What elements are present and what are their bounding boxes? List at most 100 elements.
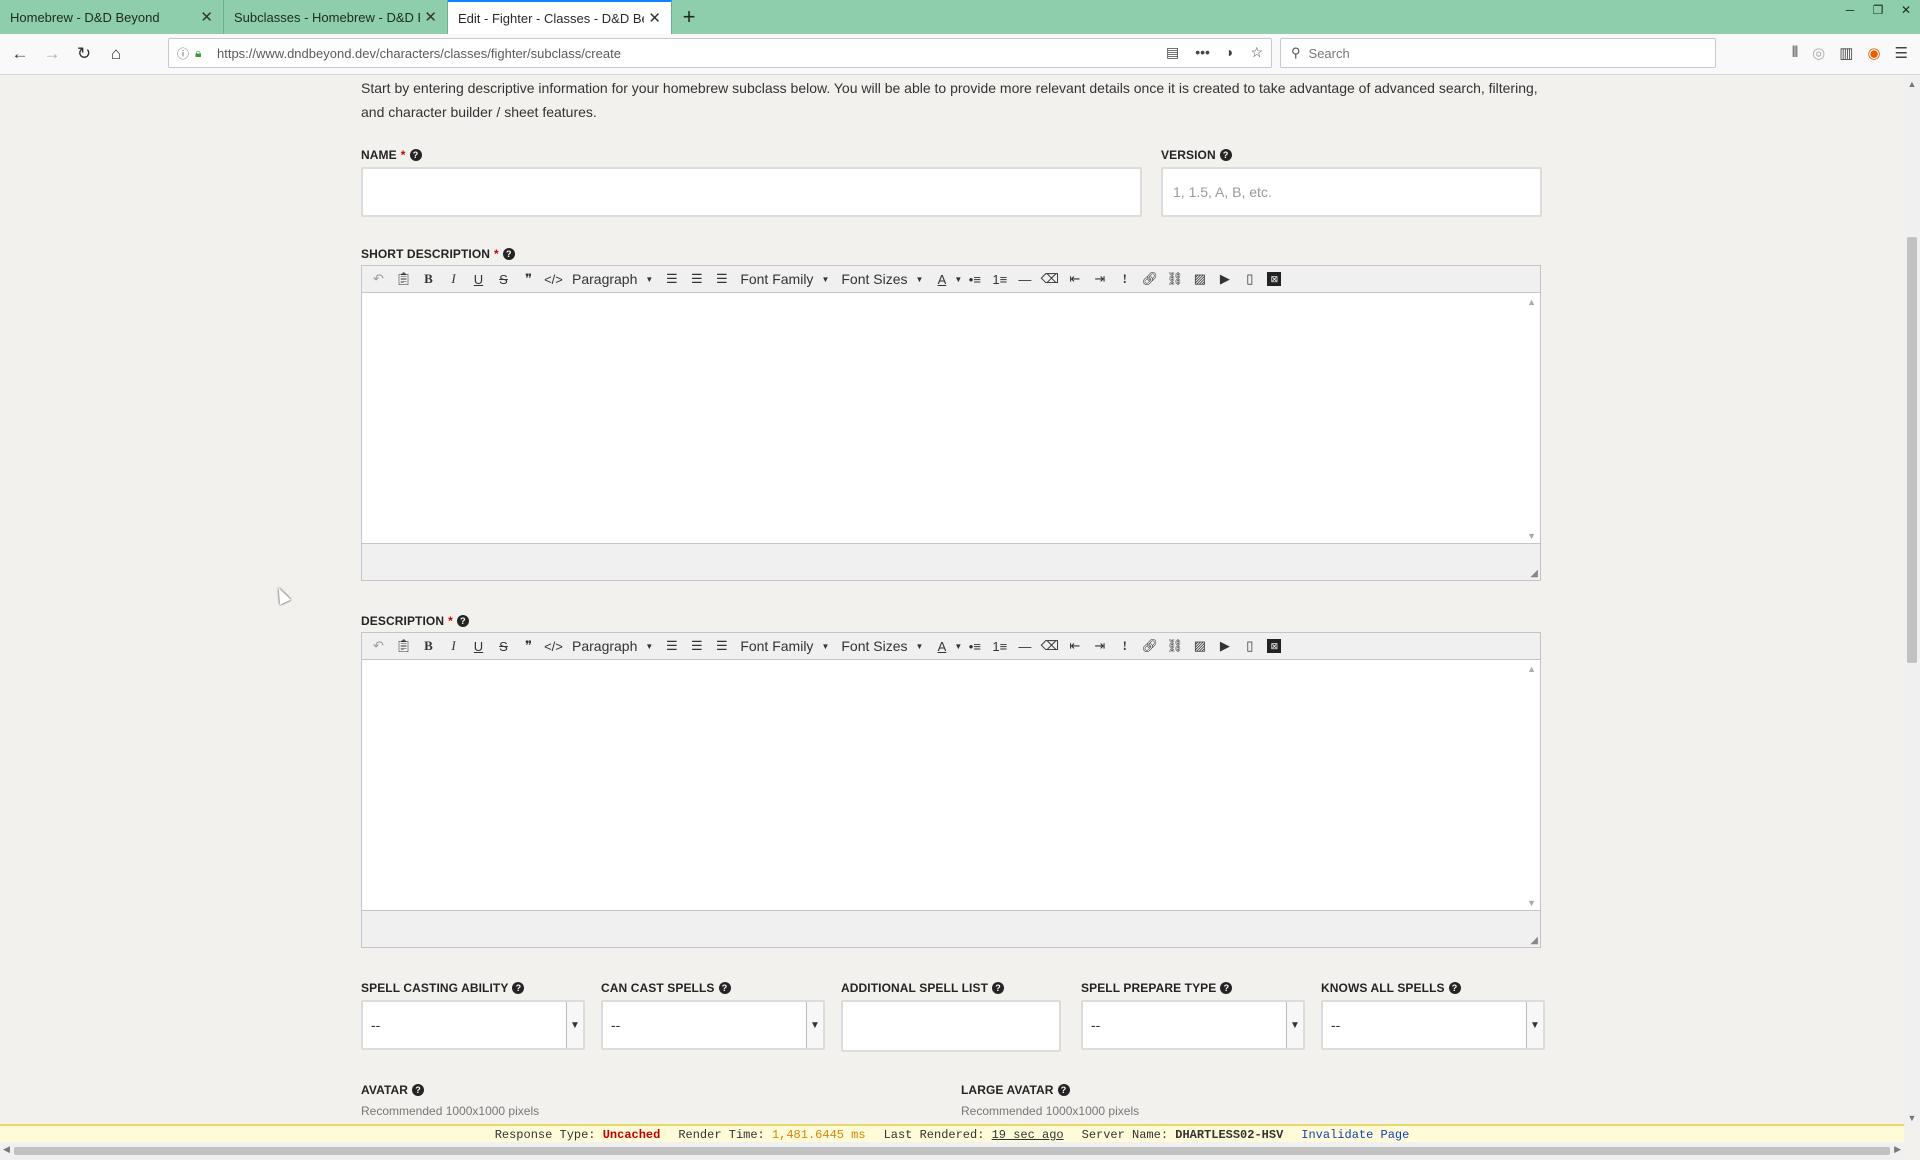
scroll-down-icon[interactable]: ▼ (1527, 531, 1536, 541)
align-right-icon[interactable]: ☰ (709, 268, 734, 290)
align-center-icon[interactable]: ☰ (684, 635, 709, 657)
help-icon[interactable]: ? (1448, 982, 1461, 994)
unlink-icon[interactable]: ⛓ (1162, 268, 1187, 290)
new-tab-button[interactable]: + (672, 0, 706, 34)
help-icon[interactable]: ? (502, 248, 515, 260)
align-right-icon[interactable]: ☰ (709, 635, 734, 657)
font-sizes-dropdown[interactable]: Font Sizes ▼ (835, 271, 929, 287)
page-actions-icon[interactable]: ••• (1195, 44, 1210, 61)
scroll-down-icon[interactable]: ▼ (1527, 898, 1536, 908)
underline-icon[interactable]: U (466, 268, 491, 290)
close-tab-icon[interactable]: ✕ (200, 8, 213, 26)
search-input[interactable]: ⚲ Search (1280, 38, 1716, 68)
can-cast-spells-select[interactable]: -- ▼ (601, 1000, 825, 1050)
reader-view-icon[interactable]: ▤ (1166, 44, 1179, 61)
tab-edit-fighter[interactable]: Edit - Fighter - Classes - D&D Beyond ✕ (448, 0, 672, 34)
indent-icon[interactable]: ⇥ (1087, 635, 1112, 657)
code-icon[interactable]: </> (541, 635, 566, 657)
resize-handle-icon[interactable]: ◢ (1530, 568, 1538, 579)
callout-icon[interactable]: ! (1112, 635, 1137, 657)
close-window-icon[interactable]: ✕ (1892, 0, 1920, 20)
description-text-area[interactable]: ▲ ▼ (362, 660, 1540, 910)
undo-icon[interactable]: ↶ (366, 635, 391, 657)
tab-subclasses[interactable]: Subclasses - Homebrew - D&D Beyond ✕ (224, 0, 448, 34)
forward-icon[interactable]: → (40, 42, 64, 66)
scroll-up-icon[interactable]: ▲ (1527, 664, 1536, 674)
help-icon[interactable]: ? (718, 982, 731, 994)
italic-icon[interactable]: I (441, 635, 466, 657)
short-description-text-area[interactable]: ▲ ▼ (362, 293, 1540, 543)
pocket-icon[interactable]: ◗ (1226, 44, 1234, 61)
indent-icon[interactable]: ⇥ (1087, 268, 1112, 290)
horizontal-rule-icon[interactable]: — (1012, 635, 1037, 657)
help-icon[interactable]: ? (409, 149, 422, 161)
scroll-up-icon[interactable]: ▲ (1527, 297, 1536, 307)
name-field[interactable] (361, 167, 1142, 217)
text-color-icon[interactable]: A (929, 268, 954, 290)
link-icon[interactable]: 🔗︎ (1137, 635, 1162, 657)
help-icon[interactable]: ? (512, 982, 525, 994)
minimize-icon[interactable]: ─ (1836, 0, 1864, 20)
chevron-down-icon[interactable]: ▼ (954, 275, 962, 284)
font-sizes-dropdown[interactable]: Font Sizes ▼ (835, 638, 929, 654)
format-dropdown[interactable]: Paragraph ▼ (566, 638, 659, 654)
strikethrough-icon[interactable]: S (491, 635, 516, 657)
scroll-right-icon[interactable]: ▶ (1894, 1144, 1901, 1155)
source-code-icon[interactable]: ⊠ (1267, 272, 1282, 286)
link-icon[interactable]: 🔗︎ (1137, 268, 1162, 290)
reload-icon[interactable]: ↻ (72, 42, 96, 66)
unlink-icon[interactable]: ⛓ (1162, 635, 1187, 657)
strikethrough-icon[interactable]: S (491, 268, 516, 290)
italic-icon[interactable]: I (441, 268, 466, 290)
invalidate-page-link[interactable]: Invalidate Page (1301, 1128, 1409, 1142)
chevron-down-icon[interactable]: ▼ (954, 642, 962, 651)
align-center-icon[interactable]: ☰ (684, 268, 709, 290)
video-icon[interactable]: ▶ (1212, 635, 1237, 657)
help-icon[interactable]: ? (456, 615, 469, 627)
underline-icon[interactable]: U (466, 635, 491, 657)
resize-handle-icon[interactable]: ◢ (1530, 935, 1538, 946)
lock-icon[interactable]: 🔒︎ (195, 46, 217, 61)
bullet-list-icon[interactable]: •≡ (962, 268, 987, 290)
close-tab-icon[interactable]: ✕ (648, 9, 661, 27)
image-icon[interactable]: ▨ (1187, 268, 1212, 290)
version-field[interactable]: 1, 1.5, A, B, etc. (1161, 167, 1542, 217)
numbered-list-icon[interactable]: 1≡ (987, 635, 1012, 657)
bold-icon[interactable]: B (416, 268, 441, 290)
close-tab-icon[interactable]: ✕ (424, 8, 437, 26)
paste-icon[interactable]: 📋︎ (391, 635, 416, 657)
menu-icon[interactable]: ☰ (1895, 44, 1908, 62)
address-bar[interactable]: ⓘ 🔒︎ https://www.dndbeyond.dev/character… (168, 38, 1272, 68)
clear-format-icon[interactable]: ⌫ (1037, 268, 1062, 290)
bookmark-star-icon[interactable]: ☆ (1250, 44, 1263, 61)
paste-icon[interactable]: 📋︎ (391, 268, 416, 290)
outdent-icon[interactable]: ⇤ (1062, 635, 1087, 657)
blockquote-icon[interactable]: ❞ (516, 635, 541, 657)
back-icon[interactable]: ← (8, 42, 32, 66)
template-icon[interactable]: ▯ (1237, 268, 1262, 290)
info-icon[interactable]: ⓘ (177, 45, 195, 62)
video-icon[interactable]: ▶ (1212, 268, 1237, 290)
callout-icon[interactable]: ! (1112, 268, 1137, 290)
blockquote-icon[interactable]: ❞ (516, 268, 541, 290)
vertical-scrollbar[interactable]: ▲ ▼ (1904, 75, 1920, 1127)
image-icon[interactable]: ▨ (1187, 635, 1212, 657)
text-color-icon[interactable]: A (929, 635, 954, 657)
spell-prepare-type-select[interactable]: -- ▼ (1081, 1000, 1305, 1050)
bullet-list-icon[interactable]: •≡ (962, 635, 987, 657)
spell-casting-ability-select[interactable]: -- ▼ (361, 1000, 585, 1050)
align-left-icon[interactable]: ☰ (659, 635, 684, 657)
tab-homebrew[interactable]: Homebrew - D&D Beyond ✕ (0, 0, 224, 34)
scrollbar-thumb[interactable] (1907, 237, 1917, 663)
code-icon[interactable]: </> (541, 268, 566, 290)
scroll-up-icon[interactable]: ▲ (1904, 79, 1920, 89)
scroll-left-icon[interactable]: ◀ (3, 1144, 10, 1155)
extension-icon[interactable]: ◉ (1867, 44, 1880, 62)
format-dropdown[interactable]: Paragraph ▼ (566, 271, 659, 287)
library-icon[interactable]: ⫴ (1792, 44, 1798, 62)
numbered-list-icon[interactable]: 1≡ (987, 268, 1012, 290)
home-icon[interactable]: ⌂ (104, 42, 128, 66)
scrollbar-thumb[interactable] (14, 1147, 1890, 1155)
source-code-icon[interactable]: ⊠ (1267, 639, 1282, 653)
help-icon[interactable]: ? (1057, 1084, 1070, 1096)
